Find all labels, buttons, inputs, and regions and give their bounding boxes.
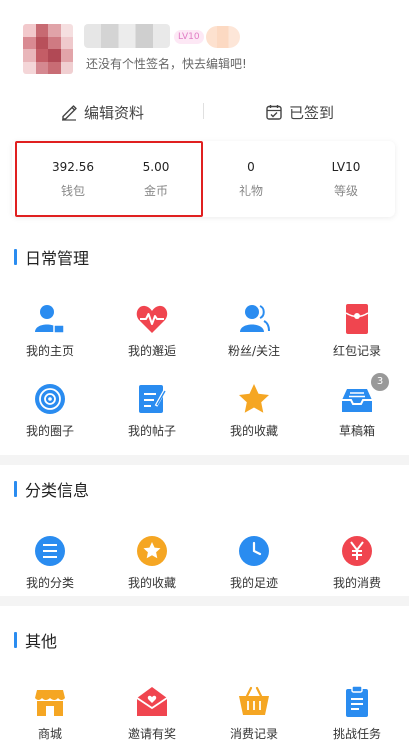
draft-count-badge: 3 [371,373,389,391]
category-list-icon [35,536,65,566]
edit-profile-label: 编辑资料 [84,103,145,122]
pencil-icon [62,105,77,121]
signature-text[interactable]: 还没有个性签名，快去编辑吧! [86,55,247,72]
user-home-icon [35,305,65,334]
checked-in-label: 已签到 [289,103,335,122]
stat-gifts[interactable]: 0 礼物 [211,159,291,199]
stats-card: 392.56 钱包 5.00 金币 0 礼物 LV10 等级 [12,141,395,217]
grid-item-label: 我的消费 [332,576,381,590]
stat-wallet[interactable]: 392.56 钱包 [33,159,113,199]
section-title-text: 分类信息 [25,481,90,500]
level-badge: LV10 [174,30,204,44]
grid-item-encounter[interactable]: 我的邂逅 [102,301,202,359]
title-bar [14,632,17,648]
section-title: 其他 [14,628,57,652]
section-title-text: 其他 [25,632,58,651]
calendar-check-icon [266,105,282,120]
stat-value: 392.56 [52,160,94,174]
yuan-icon [342,536,372,566]
grid-item-drafts[interactable]: 3 草稿箱 [307,373,407,439]
red-envelope-icon [345,304,369,334]
grid-item-my-footprint[interactable]: 我的足迹 [204,533,304,591]
stat-value: 0 [247,160,255,174]
grid-item-label: 红包记录 [332,344,381,358]
section-title: 日常管理 [14,245,89,269]
fans-icon [240,305,270,332]
grid-item-spending-records[interactable]: 消费记录 [204,684,304,742]
username-blurred [84,24,170,48]
daily-section: 日常管理 我的主页 我的邂逅 粉丝/关注 红包记录 我的圈子 我的帖子 我的收藏… [0,229,409,455]
grid-item-label: 粉丝/关注 [227,344,281,358]
category-section: 分类信息 我的分类 我的收藏 我的足迹 我的消费 [0,465,409,596]
draft-box-icon [342,389,372,412]
grid-item-label: 我的主页 [25,344,74,358]
grid-item-label: 我的分类 [25,576,74,590]
title-bar [14,249,17,265]
invite-mail-icon [136,687,168,716]
grid-item-label: 我的圈子 [25,424,74,438]
collection-star-icon [137,536,167,566]
basket-icon [239,686,269,715]
other-section: 其他 商城 邀请有奖 消费记录 挑战任务 [0,606,409,751]
grid-item-label: 我的邂逅 [127,344,176,358]
edit-profile-button[interactable]: 编辑资料 [60,100,144,124]
grid-item-shop[interactable]: 商城 [0,684,100,742]
stat-value: 5.00 [142,160,170,174]
section-title-text: 日常管理 [25,249,90,268]
stat-coins[interactable]: 5.00 金币 [116,159,196,199]
avatar[interactable] [23,24,73,74]
divider [203,103,204,119]
grid-item-label: 我的收藏 [229,424,278,438]
grid-item-label: 我的收藏 [127,576,176,590]
grid-item-my-collection[interactable]: 我的收藏 [102,533,202,591]
stat-label: 金币 [143,184,168,198]
section-title: 分类信息 [14,477,89,501]
shop-icon [35,690,65,716]
stat-level[interactable]: LV10 等级 [306,159,386,199]
grid-item-label: 我的足迹 [229,576,278,590]
vip-badge-blurred [206,26,240,48]
grid-item-challenge-tasks[interactable]: 挑战任务 [307,684,407,742]
grid-item-invite[interactable]: 邀请有奖 [102,684,202,742]
checked-in-button[interactable]: 已签到 [265,100,334,124]
star-icon [239,384,269,413]
grid-item-my-spending[interactable]: 我的消费 [307,533,407,591]
stat-value: LV10 [331,160,361,174]
stat-label: 等级 [333,184,358,198]
post-edit-icon [139,385,167,413]
circle-target-icon [35,384,65,414]
grid-item-label: 邀请有奖 [127,727,176,741]
stat-label: 礼物 [238,184,263,198]
grid-item-my-posts[interactable]: 我的帖子 [102,381,202,439]
stat-label: 钱包 [60,184,85,198]
grid-item-label: 商城 [37,727,62,741]
grid-item-label: 挑战任务 [332,727,381,741]
grid-item-fans[interactable]: 粉丝/关注 [204,301,304,359]
grid-item-label: 我的帖子 [127,424,176,438]
grid-item-my-circle[interactable]: 我的圈子 [0,381,100,439]
grid-item-my-category[interactable]: 我的分类 [0,533,100,591]
grid-item-label: 草稿箱 [338,424,375,438]
task-clipboard-icon [346,685,368,717]
grid-item-my-home[interactable]: 我的主页 [0,301,100,359]
footprint-clock-icon [239,536,269,566]
title-bar [14,481,17,497]
grid-item-my-favorites[interactable]: 我的收藏 [204,381,304,439]
grid-item-label: 消费记录 [229,727,278,741]
grid-item-red-envelope[interactable]: 红包记录 [307,301,407,359]
heart-pulse-icon [136,305,168,333]
